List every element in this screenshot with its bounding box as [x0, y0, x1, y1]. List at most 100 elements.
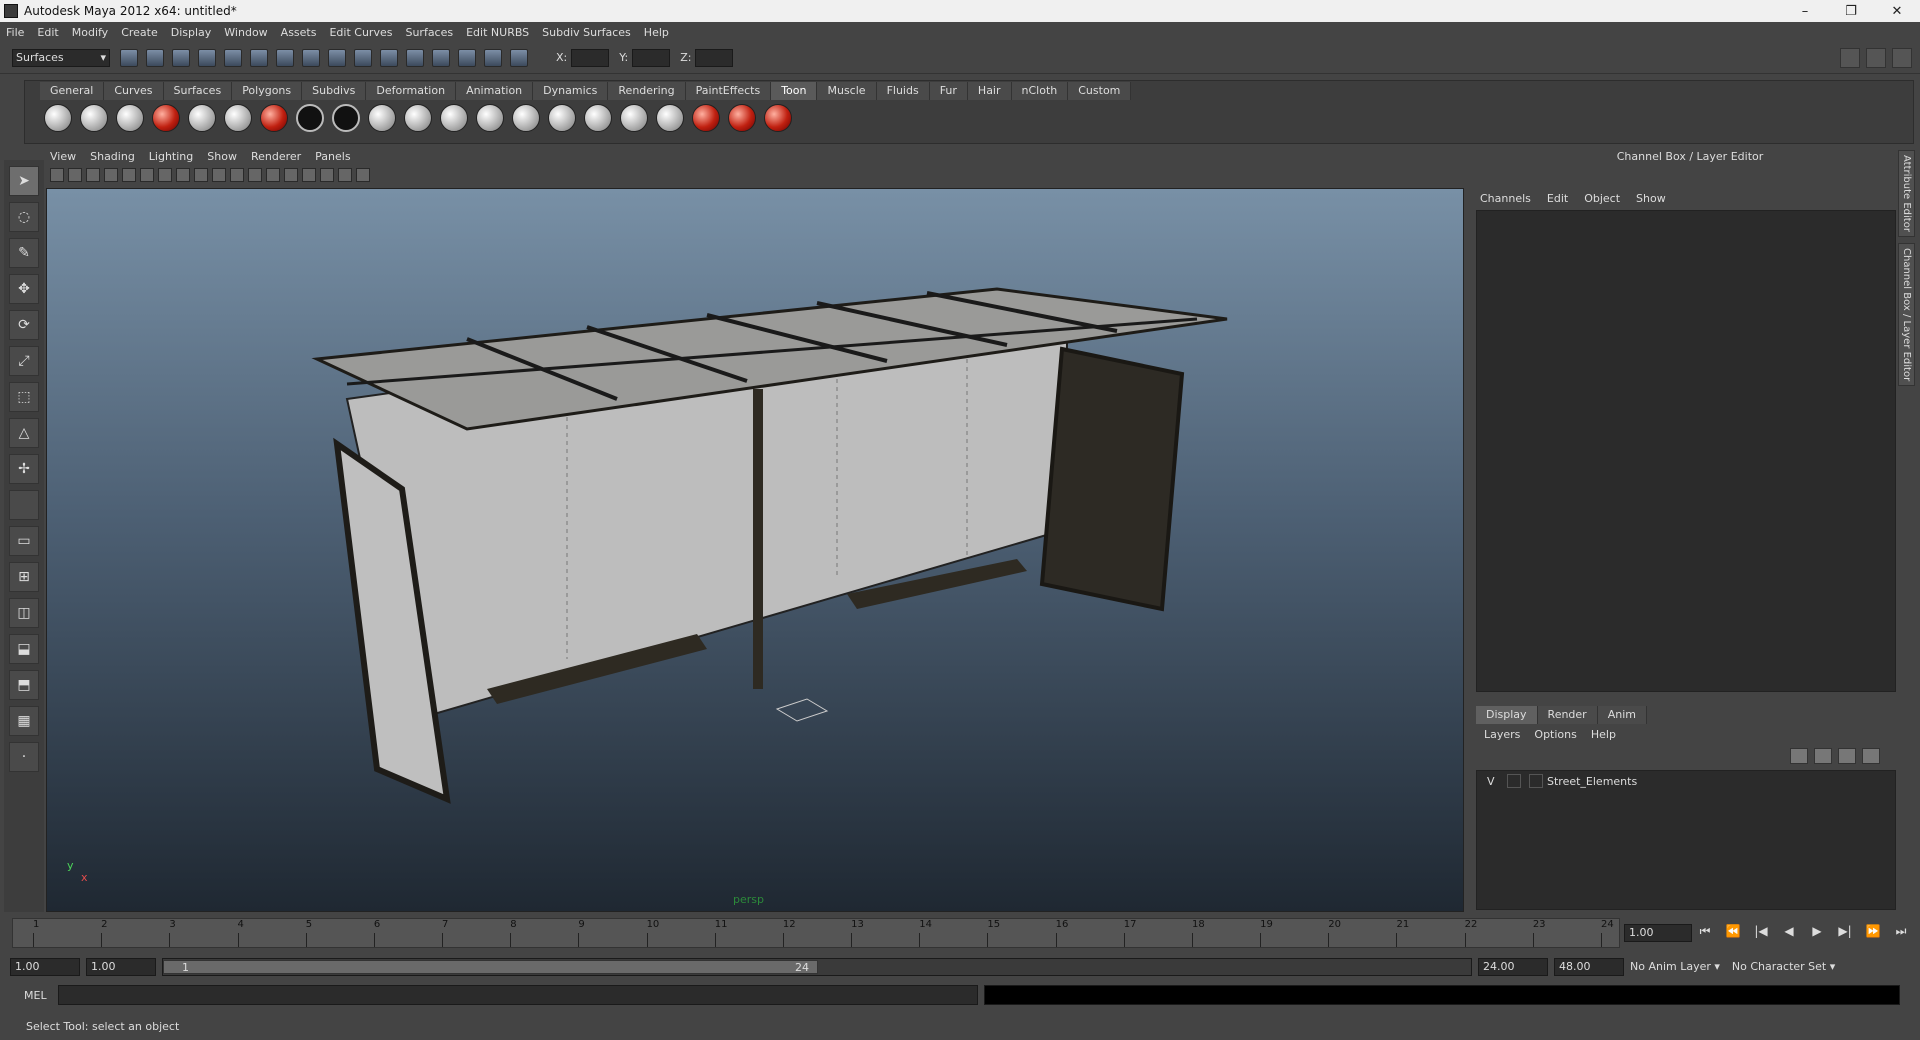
move-layer-down-icon[interactable] [1814, 748, 1832, 764]
layer-tab-anim[interactable]: Anim [1597, 706, 1647, 724]
persp-uv-layout-icon[interactable]: ▦ [9, 706, 39, 736]
select-hierarchy-icon[interactable] [198, 48, 216, 67]
menu-display[interactable]: Display [171, 26, 212, 39]
panel-menu-show[interactable]: Show [207, 150, 237, 166]
safe-action-icon[interactable] [212, 168, 226, 182]
toon-line-icon[interactable] [440, 104, 468, 132]
step-back-frame-button[interactable]: |◀ [1752, 924, 1770, 942]
layer-menu-options[interactable]: Options [1534, 728, 1576, 741]
resolution-gate-icon[interactable] [158, 168, 172, 182]
numeric-input-icon[interactable] [510, 48, 528, 67]
toon-shader-icon[interactable] [80, 104, 108, 132]
time-slider[interactable]: 1 2 3 4 5 6 7 8 9 10 11 12 13 14 15 16 17 18 19 20 21 22 23 24 [12, 918, 1620, 948]
grid-toggle-icon[interactable] [122, 168, 136, 182]
panel-menu-panels[interactable]: Panels [315, 150, 350, 166]
toon-paint-icon[interactable] [476, 104, 504, 132]
menu-modify[interactable]: Modify [72, 26, 108, 39]
film-gate-icon[interactable] [140, 168, 154, 182]
select-object-icon[interactable] [224, 48, 242, 67]
new-scene-icon[interactable] [120, 48, 138, 67]
select-component-icon[interactable] [250, 48, 268, 67]
step-forward-frame-button[interactable]: ▶| [1836, 924, 1854, 942]
toon-lips-icon[interactable] [692, 104, 720, 132]
shelf-tab-general[interactable]: General [40, 82, 105, 100]
manipulator-tool-icon[interactable]: ⬚ [9, 382, 39, 412]
persp-outliner-layout-icon[interactable]: ◫ [9, 598, 39, 628]
wireframe-icon[interactable] [248, 168, 262, 182]
history-icon[interactable] [380, 48, 398, 67]
gate-mask-icon[interactable] [176, 168, 190, 182]
panel-menu-lighting[interactable]: Lighting [149, 150, 193, 166]
attribute-editor-toggle-icon[interactable] [1840, 48, 1860, 68]
tool-settings-toggle-icon[interactable] [1866, 48, 1886, 68]
ipr-render-icon[interactable] [432, 48, 450, 67]
new-layer-icon[interactable] [1838, 748, 1856, 764]
layer-menu-layers[interactable]: Layers [1484, 728, 1520, 741]
shelf-tab-animation[interactable]: Animation [456, 82, 534, 100]
menu-help[interactable]: Help [644, 26, 669, 39]
perspective-viewport[interactable]: y x persp [46, 188, 1464, 912]
last-tool-icon[interactable]: ✢ [9, 454, 39, 484]
shelf-tab-hair[interactable]: Hair [967, 82, 1012, 100]
xray-icon[interactable] [338, 168, 352, 182]
side-tab-attribute-editor[interactable]: Attribute Editor [1898, 150, 1915, 237]
toon-brush-icon[interactable] [548, 104, 576, 132]
render-settings-icon[interactable] [458, 48, 476, 67]
layer-row[interactable]: V Street_Elements [1477, 771, 1895, 791]
go-to-start-button[interactable]: ⏮ [1696, 924, 1714, 942]
step-back-key-button[interactable]: ⏪ [1724, 924, 1742, 942]
toon-shader-icon[interactable] [224, 104, 252, 132]
cb-menu-show[interactable]: Show [1636, 192, 1666, 205]
menu-edit-curves[interactable]: Edit Curves [329, 26, 392, 39]
isolate-select-icon[interactable] [356, 168, 370, 182]
soft-mod-tool-icon[interactable]: △ [9, 418, 39, 448]
cb-menu-object[interactable]: Object [1584, 192, 1620, 205]
animation-end-field[interactable]: 48.00 [1554, 958, 1624, 976]
textured-icon[interactable] [284, 168, 298, 182]
shelf-tab-curves[interactable]: Curves [104, 82, 164, 100]
shelf-tab-toon[interactable]: Toon [771, 82, 818, 100]
menu-surfaces[interactable]: Surfaces [405, 26, 453, 39]
toon-lips-icon[interactable] [728, 104, 756, 132]
new-layer-selected-icon[interactable] [1862, 748, 1880, 764]
layer-name[interactable]: Street_Elements [1547, 775, 1637, 788]
current-frame-field[interactable]: 1.00 [1624, 924, 1692, 942]
menu-file[interactable]: File [6, 26, 24, 39]
x-field[interactable] [571, 48, 610, 67]
toon-red-shader-icon[interactable] [260, 104, 288, 132]
paint-select-tool-icon[interactable]: ✎ [9, 238, 39, 268]
cb-menu-channels[interactable]: Channels [1480, 192, 1531, 205]
panel-menu-renderer[interactable]: Renderer [251, 150, 301, 166]
command-input[interactable] [58, 985, 978, 1005]
shelf-tab-fur[interactable]: Fur [929, 82, 968, 100]
four-pane-layout-icon[interactable]: ⊞ [9, 562, 39, 592]
shelf-tab-rendering[interactable]: Rendering [608, 82, 686, 100]
minimize-button[interactable]: – [1782, 0, 1828, 22]
z-field[interactable] [695, 48, 734, 67]
menu-edit[interactable]: Edit [37, 26, 58, 39]
smooth-shade-icon[interactable] [266, 168, 280, 182]
toon-brush-icon[interactable] [584, 104, 612, 132]
go-to-end-button[interactable]: ⏭ [1892, 924, 1910, 942]
playback-end-field[interactable]: 24.00 [1478, 958, 1548, 976]
select-tool-icon[interactable]: ➤ [9, 166, 39, 196]
snap-surface-icon[interactable] [354, 48, 372, 67]
shelf-tab-painteffects[interactable]: PaintEffects [685, 82, 772, 100]
range-slider[interactable]: 1 24 [162, 958, 1472, 976]
toon-shader-icon[interactable] [188, 104, 216, 132]
playback-start-field[interactable]: 1.00 [86, 958, 156, 976]
layer-color-swatch[interactable] [1529, 774, 1543, 788]
menu-subdiv-surfaces[interactable]: Subdiv Surfaces [542, 26, 631, 39]
hypershade-layout-icon[interactable]: ⬒ [9, 670, 39, 700]
save-scene-icon[interactable] [172, 48, 190, 67]
rotate-tool-icon[interactable]: ⟳ [9, 310, 39, 340]
safe-title-icon[interactable] [230, 168, 244, 182]
move-layer-up-icon[interactable] [1790, 748, 1808, 764]
snap-curve-icon[interactable] [302, 48, 320, 67]
toon-brush-icon[interactable] [512, 104, 540, 132]
play-backwards-button[interactable]: ◀ [1780, 924, 1798, 942]
toon-profile-icon[interactable] [368, 104, 396, 132]
character-set-dropdown[interactable]: No Character Set ▾ [1726, 958, 1841, 976]
layer-tab-render[interactable]: Render [1537, 706, 1598, 724]
shelf-tab-polygons[interactable]: Polygons [232, 82, 303, 100]
